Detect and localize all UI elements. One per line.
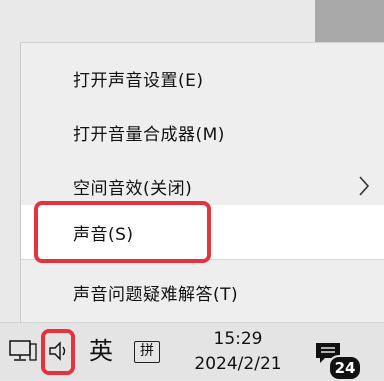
menu-item-label: 打开音量合成器(M)	[73, 124, 225, 145]
background-window-left	[0, 42, 20, 322]
ime-language-indicator[interactable]: 英	[86, 335, 116, 367]
menu-item-sounds[interactable]: 声音(S)	[21, 205, 384, 259]
menu-item-label: 空间音效(关闭)	[73, 178, 193, 199]
menu-item-label: 声音(S)	[73, 224, 134, 245]
background-window-dark	[315, 0, 384, 42]
background-window	[0, 0, 315, 42]
clock-date: 2024/2/21	[194, 354, 282, 374]
network-icon[interactable]	[8, 338, 38, 364]
clock-time: 15:29	[213, 329, 263, 349]
clock[interactable]: 15:29 2024/2/21	[188, 327, 288, 379]
volume-icon[interactable]	[46, 338, 72, 364]
context-menu: 打开声音设置(E) 打开音量合成器(M) 空间音效(关闭) 声音(S) 声音问题…	[20, 42, 384, 322]
menu-separator	[21, 259, 384, 260]
menu-item-label: 打开声音设置(E)	[73, 70, 204, 91]
menu-item-label: 声音问题疑难解答(T)	[73, 284, 239, 305]
ime-mode-indicator[interactable]: 拼	[134, 341, 160, 363]
notification-count-badge: 24	[328, 355, 362, 381]
chevron-right-icon	[359, 176, 370, 196]
menu-item-troubleshoot-sound[interactable]: 声音问题疑难解答(T)	[21, 265, 384, 319]
menu-item-open-sound-settings[interactable]: 打开声音设置(E)	[21, 51, 384, 105]
menu-item-open-volume-mixer[interactable]: 打开音量合成器(M)	[21, 105, 384, 159]
taskbar: 英 拼 15:29 2024/2/21 24	[0, 322, 384, 381]
